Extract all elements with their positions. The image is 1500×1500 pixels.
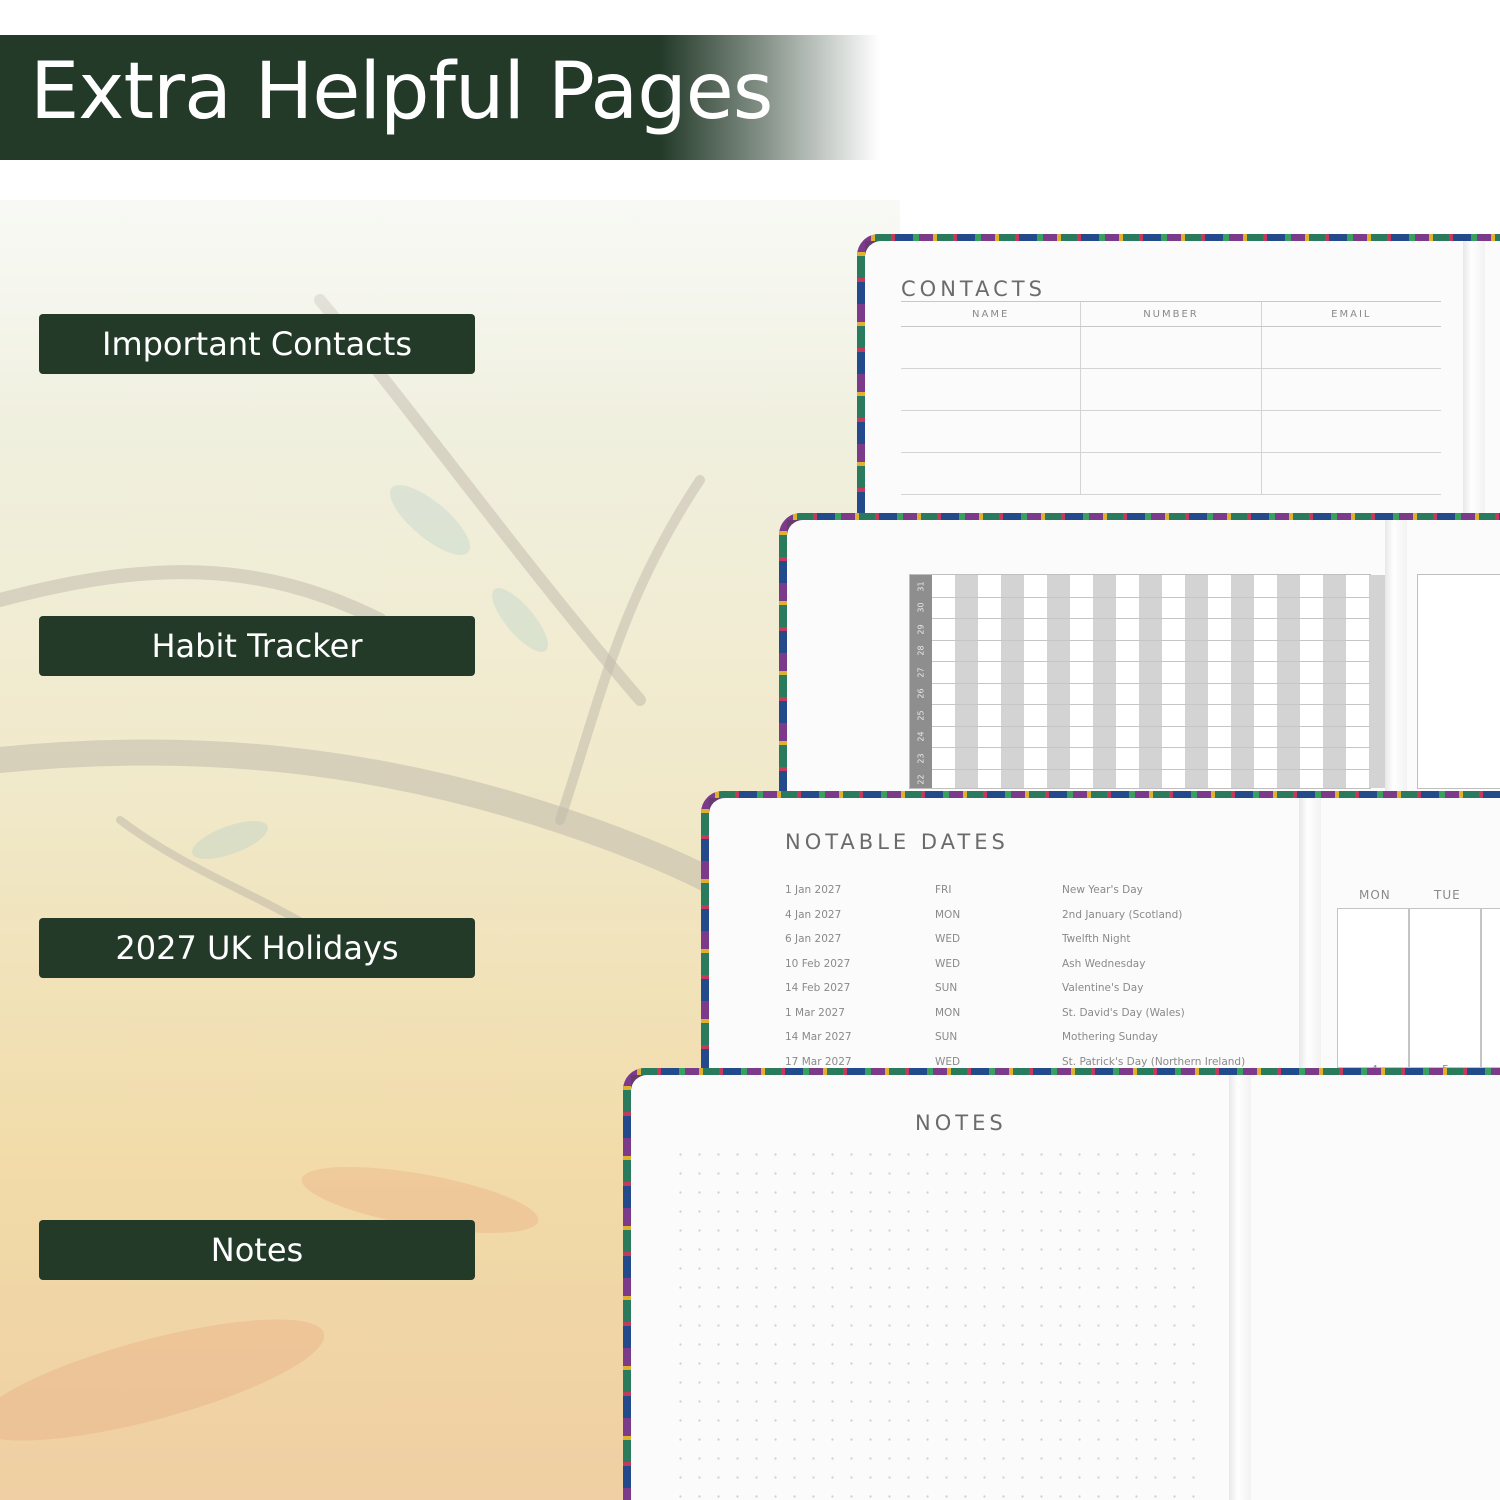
calendar-cell (1409, 908, 1481, 1068)
habit-day-number: 23 (916, 752, 926, 764)
holiday-weekday: WED (935, 1055, 961, 1068)
habit-tracker-notebook: 22 23 24 25 26 27 28 29 30 31 (779, 513, 1500, 803)
contacts-table-header: NAME NUMBER EMAIL (901, 301, 1441, 327)
notable-dates-page: NOTABLE DATES 1 Jan 2027 FRI New Year's Da… (709, 798, 1500, 1081)
table-row (901, 327, 1441, 369)
habit-day-number: 25 (916, 709, 926, 721)
holiday-date: 1 Jan 2027 (785, 884, 842, 896)
habit-day-number: 29 (916, 623, 926, 635)
habit-column-stripe (1093, 575, 1116, 788)
column-number: NUMBER (1081, 302, 1262, 326)
notes-notebook: NOTES (623, 1068, 1500, 1500)
habit-day-number: 31 (916, 580, 926, 592)
holiday-name: 2nd January (Scotland) (1062, 908, 1183, 921)
holiday-name: St. David's Day (Wales) (1062, 1006, 1185, 1019)
holiday-weekday: WED (935, 957, 961, 970)
habit-column-stripe (1185, 575, 1208, 788)
holiday-date: 17 Mar 2027 (785, 1055, 852, 1068)
label-notes: Notes (39, 1220, 475, 1280)
page-gutter (1385, 520, 1407, 803)
holiday-name: St. Patrick's Day (Northern Ireland) (1062, 1055, 1246, 1068)
header-banner: Extra Helpful Pages (0, 35, 880, 160)
habit-column-stripe (1001, 575, 1024, 788)
holiday-name: Mothering Sunday (1062, 1031, 1158, 1043)
label-important-contacts: Important Contacts (39, 314, 475, 374)
habit-day-number: 26 (916, 688, 926, 699)
habit-column-stripe (1231, 575, 1254, 788)
habit-grid-right (1417, 574, 1500, 789)
habit-row-line (932, 661, 1370, 662)
contacts-table: NAME NUMBER EMAIL (901, 301, 1441, 495)
habit-column-stripe (955, 575, 978, 788)
habit-grid: 22 23 24 25 26 27 28 29 30 31 (909, 574, 1392, 789)
label-habit-tracker: Habit Tracker (39, 616, 475, 676)
habit-day-number: 28 (916, 645, 926, 656)
holiday-weekday: SUN (935, 982, 958, 994)
holiday-date: 1 Mar 2027 (785, 1006, 845, 1019)
table-row (901, 453, 1441, 495)
holiday-weekday: SUN (935, 1031, 958, 1043)
page-title: Extra Helpful Pages (30, 47, 773, 137)
holiday-date: 6 Jan 2027 (785, 933, 842, 945)
holiday-date: 10 Feb 2027 (785, 957, 851, 970)
contacts-notebook: CONTACTS NAME NUMBER EMAIL (857, 234, 1500, 524)
contacts-page: CONTACTS NAME NUMBER EMAIL (865, 241, 1500, 524)
habit-column-stripe (1047, 575, 1070, 788)
habit-row-line (932, 618, 1370, 619)
holiday-name: Valentine's Day (1062, 982, 1144, 994)
habit-column-stripe (1323, 575, 1346, 788)
holiday-weekday: WED (935, 933, 961, 945)
habit-column-stripe (1139, 575, 1162, 788)
holiday-name: Ash Wednesday (1062, 957, 1146, 970)
habit-row-line (932, 639, 1370, 641)
habit-day-number: 24 (916, 731, 926, 742)
habit-tracker-page: 22 23 24 25 26 27 28 29 30 31 (787, 520, 1500, 803)
table-row (901, 369, 1441, 411)
holiday-weekday: MON (935, 908, 961, 921)
holiday-weekday: MON (935, 1006, 961, 1019)
habit-row-line (932, 768, 1370, 770)
habit-row-line (932, 704, 1370, 705)
habit-day-number: 30 (916, 602, 926, 613)
column-name: NAME (901, 302, 1082, 326)
holiday-date: 14 Feb 2027 (785, 982, 851, 994)
habit-column-stripe (1277, 575, 1300, 788)
habit-row-line (932, 725, 1370, 727)
page-gutter (1299, 798, 1321, 1081)
holiday-date: 4 Jan 2027 (785, 908, 842, 921)
notes-heading: NOTES (915, 1111, 1007, 1135)
notes-page: NOTES (631, 1075, 1500, 1500)
habit-row-line (932, 747, 1370, 748)
dot-grid (671, 1145, 1211, 1500)
habit-row-line (932, 596, 1370, 598)
calendar-day-mon: MON (1359, 888, 1391, 902)
page-gutter (1463, 241, 1485, 524)
calendar-cell (1337, 908, 1409, 1068)
page-gutter (1229, 1075, 1251, 1500)
holiday-name: Twelfth Night (1062, 933, 1131, 945)
notable-dates-heading: NOTABLE DATES (785, 830, 1009, 854)
contacts-heading: CONTACTS (901, 277, 1046, 301)
notable-dates-notebook: NOTABLE DATES 1 Jan 2027 FRI New Year's Da… (701, 791, 1500, 1081)
habit-day-number: 27 (916, 666, 926, 678)
holiday-weekday: FRI (935, 884, 952, 896)
calendar-cell (1481, 908, 1500, 1068)
calendar-day-tue: TUE (1434, 888, 1461, 902)
holiday-date: 14 Mar 2027 (785, 1031, 852, 1043)
habit-row-line (932, 682, 1370, 684)
table-row (901, 411, 1441, 453)
column-email: EMAIL (1331, 309, 1372, 320)
holiday-name: New Year's Day (1062, 884, 1143, 896)
habit-day-number: 22 (916, 774, 926, 785)
label-uk-holidays: 2027 UK Holidays (39, 918, 475, 978)
